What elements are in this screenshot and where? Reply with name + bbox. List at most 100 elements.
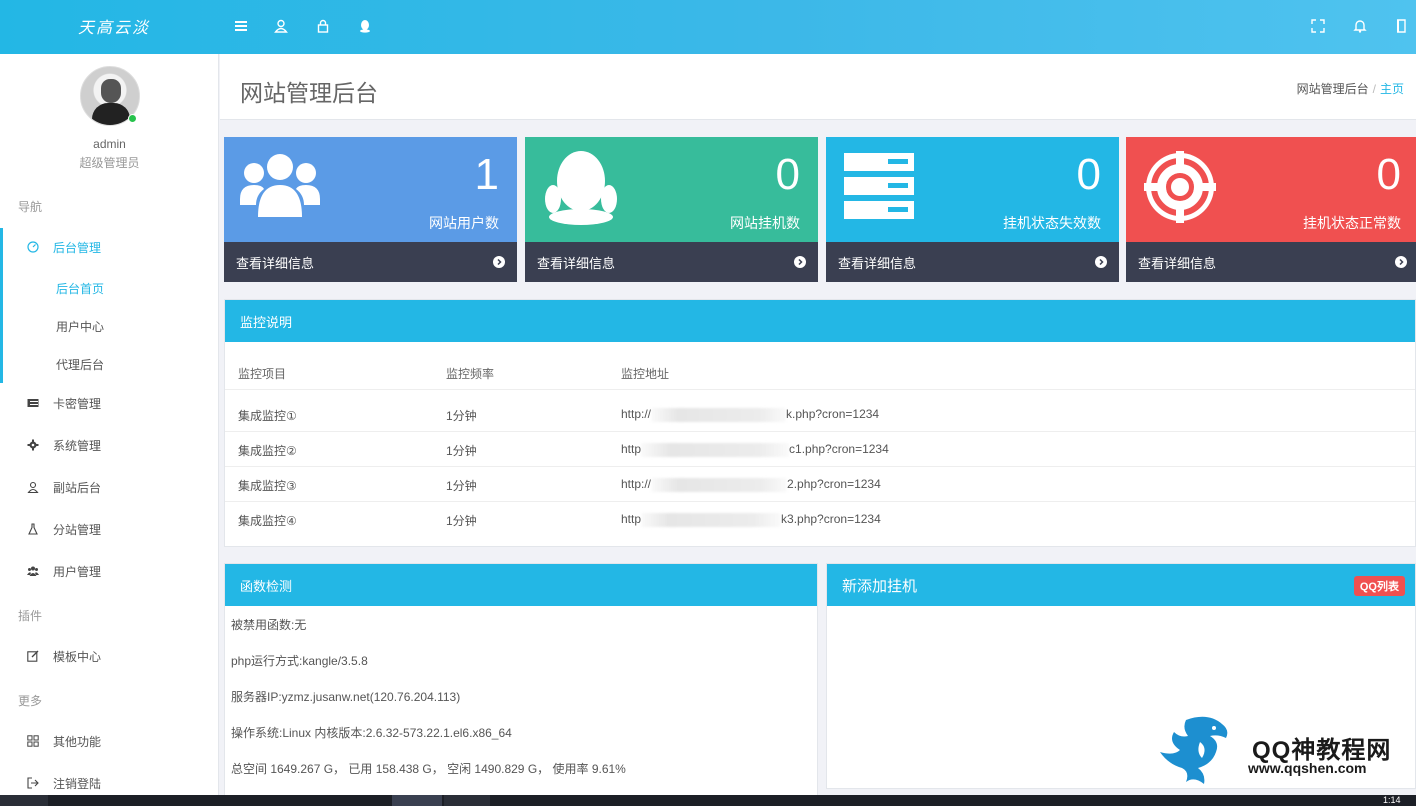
- monitor-item: 集成监控③: [238, 479, 297, 493]
- monitor-panel: 监控说明 监控项目 监控频率 监控地址 集成监控① 1分钟 http://k.p…: [224, 299, 1416, 547]
- monitor-url[interactable]: http c1.php?cron=1234: [621, 442, 889, 457]
- user-name: admin: [93, 137, 126, 151]
- online-status-dot: [128, 114, 137, 123]
- section-label-more: 更多: [18, 694, 43, 708]
- fullscreen-icon[interactable]: [1309, 17, 1327, 35]
- monitor-url[interactable]: http://2.php?cron=1234: [621, 477, 881, 492]
- stat-card-invalid: 0 挂机状态失效数 查看详细信息: [826, 137, 1119, 282]
- brand-logo[interactable]: 天高云淡: [78, 14, 150, 38]
- sidebar-item-other-functions[interactable]: 其他功能: [0, 722, 219, 760]
- taskbar-browser-icon[interactable]: [392, 795, 442, 806]
- watermark-logo: QQ神教程网 www.qqshen.com: [1156, 712, 1406, 787]
- section-label-nav: 导航: [18, 200, 43, 214]
- view-details-link[interactable]: 查看详细信息: [224, 242, 517, 282]
- sidebar-item-label: 副站后台: [53, 480, 102, 495]
- sidebar-subitem-agent-backend[interactable]: 代理后台: [56, 356, 104, 373]
- table-header-row: 监控项目 监控频率 监控地址: [225, 355, 1415, 390]
- os-taskbar: 1:14: [0, 795, 1416, 806]
- sidebar-item-label: 模板中心: [53, 649, 102, 664]
- page-title: 网站管理后台: [240, 80, 378, 106]
- monitor-frequency: 1分钟: [446, 409, 477, 423]
- bell-icon[interactable]: [1351, 17, 1369, 35]
- disk-usage-text: 总空间 1649.267 G， 已用 158.438 G， 空闲 1490.82…: [231, 762, 626, 776]
- column-header: 监控频率: [446, 367, 495, 381]
- stat-card-body: 0 网站挂机数: [525, 137, 818, 242]
- view-details-link[interactable]: 查看详细信息: [525, 242, 818, 282]
- sidebar-item-label: 后台管理: [53, 240, 102, 255]
- dashboard-icon: [26, 240, 40, 254]
- stat-label: 挂机状态失效数: [1003, 215, 1101, 231]
- sidebar-item-backend[interactable]: 后台管理: [0, 228, 219, 266]
- monitor-item: 集成监控②: [238, 444, 297, 458]
- section-label-plugins: 插件: [18, 609, 43, 623]
- sign-out-icon: [26, 776, 40, 790]
- menu-icon[interactable]: [232, 17, 250, 35]
- stat-value: 0: [775, 150, 800, 199]
- start-button[interactable]: [0, 795, 48, 806]
- chevron-right-icon: [1395, 256, 1407, 268]
- os-kernel-text: 操作系统:Linux 内核版本:2.6.32-573.22.1.el6.x86_…: [231, 726, 512, 740]
- flask-icon: [26, 522, 40, 536]
- table-row: 集成监控④ 1分钟 http k3.php?cron=1234: [225, 502, 1415, 537]
- stat-card-hangups: 0 网站挂机数 查看详细信息: [525, 137, 818, 282]
- edit-icon: [26, 649, 40, 663]
- monitor-url[interactable]: http://k.php?cron=1234: [621, 407, 879, 422]
- disabled-functions-text: 被禁用函数:无: [231, 618, 307, 632]
- chevron-right-icon: [1095, 256, 1107, 268]
- view-details-link[interactable]: 查看详细信息: [1126, 242, 1416, 282]
- sidebar-subitem-home[interactable]: 后台首页: [56, 280, 104, 297]
- lock-icon[interactable]: [314, 17, 332, 35]
- user-icon[interactable]: [272, 17, 290, 35]
- sidebar-item-label: 系统管理: [53, 438, 102, 453]
- monitor-frequency: 1分钟: [446, 479, 477, 493]
- server-icon: [844, 153, 914, 219]
- sidebar-subitem-user-center[interactable]: 用户中心: [56, 318, 104, 335]
- stat-value: 0: [1076, 150, 1101, 199]
- stat-card-body: 0 挂机状态正常数: [1126, 137, 1416, 242]
- lifebuoy-icon: [1144, 151, 1216, 223]
- function-check-panel: 函数检测 被禁用函数:无 php运行方式:kangle/3.5.8 服务器IP:…: [224, 563, 818, 806]
- view-details-label: 查看详细信息: [236, 255, 315, 271]
- view-details-label: 查看详细信息: [838, 255, 917, 271]
- qq-list-badge[interactable]: QQ列表: [1353, 576, 1405, 596]
- qq-icon: [545, 151, 617, 225]
- sidebar-item-user-admin[interactable]: 用户管理: [0, 552, 219, 590]
- sidebar-item-substation-backend[interactable]: 副站后台: [0, 468, 219, 506]
- qq-icon[interactable]: [356, 17, 374, 35]
- stat-label: 网站用户数: [429, 215, 499, 231]
- stat-label: 网站挂机数: [730, 215, 800, 231]
- avatar[interactable]: [80, 66, 140, 126]
- panel-title: 监控说明: [225, 300, 1415, 342]
- page-header: 网站管理后台 网站管理后台 / 主页: [220, 54, 1416, 120]
- view-details-label: 查看详细信息: [1138, 255, 1217, 271]
- users-icon: [240, 154, 320, 217]
- view-details-label: 查看详细信息: [537, 255, 616, 271]
- sidebar-item-template-center[interactable]: 模板中心: [0, 637, 219, 675]
- breadcrumb-home-link[interactable]: 主页: [1380, 82, 1404, 96]
- sidebar-item-card-admin[interactable]: 卡密管理: [0, 384, 219, 422]
- sidebar-item-label: 注销登陆: [53, 776, 102, 791]
- monitor-item: 集成监控①: [238, 409, 297, 423]
- column-header: 监控地址: [621, 367, 670, 381]
- sidebar-item-label: 分站管理: [53, 522, 102, 537]
- sidebar: admin 超级管理员 导航 后台管理 后台首页 用户中心 代理后台 卡密管理 …: [0, 54, 219, 806]
- monitor-url[interactable]: http k3.php?cron=1234: [621, 512, 881, 527]
- stat-label: 挂机状态正常数: [1303, 215, 1401, 231]
- sidebar-item-branch-admin[interactable]: 分站管理: [0, 510, 219, 548]
- view-details-link[interactable]: 查看详细信息: [826, 242, 1119, 282]
- taskbar-clock[interactable]: 1:14: [1383, 795, 1413, 806]
- watermark-url: www.qqshen.com: [1248, 760, 1367, 776]
- grid-icon: [26, 734, 40, 748]
- table-row: 集成监控② 1分钟 http c1.php?cron=1234: [225, 432, 1415, 467]
- php-runtime-text: php运行方式:kangle/3.5.8: [231, 654, 368, 668]
- server-ip-text: 服务器IP:yzmz.jusanw.net(120.76.204.113): [231, 690, 461, 704]
- sidebar-item-label: 其他功能: [53, 734, 102, 749]
- sidebar-item-label: 用户管理: [53, 564, 102, 579]
- logout-icon[interactable]: [1392, 17, 1410, 35]
- sidebar-item-system-admin[interactable]: 系统管理: [0, 426, 219, 464]
- breadcrumb-separator: /: [1372, 82, 1376, 96]
- panel-title: 新添加挂机: [827, 564, 1415, 606]
- breadcrumb-current: 网站管理后台: [1296, 82, 1369, 96]
- taskbar-app-icon[interactable]: [444, 795, 490, 806]
- monitor-frequency: 1分钟: [446, 514, 477, 528]
